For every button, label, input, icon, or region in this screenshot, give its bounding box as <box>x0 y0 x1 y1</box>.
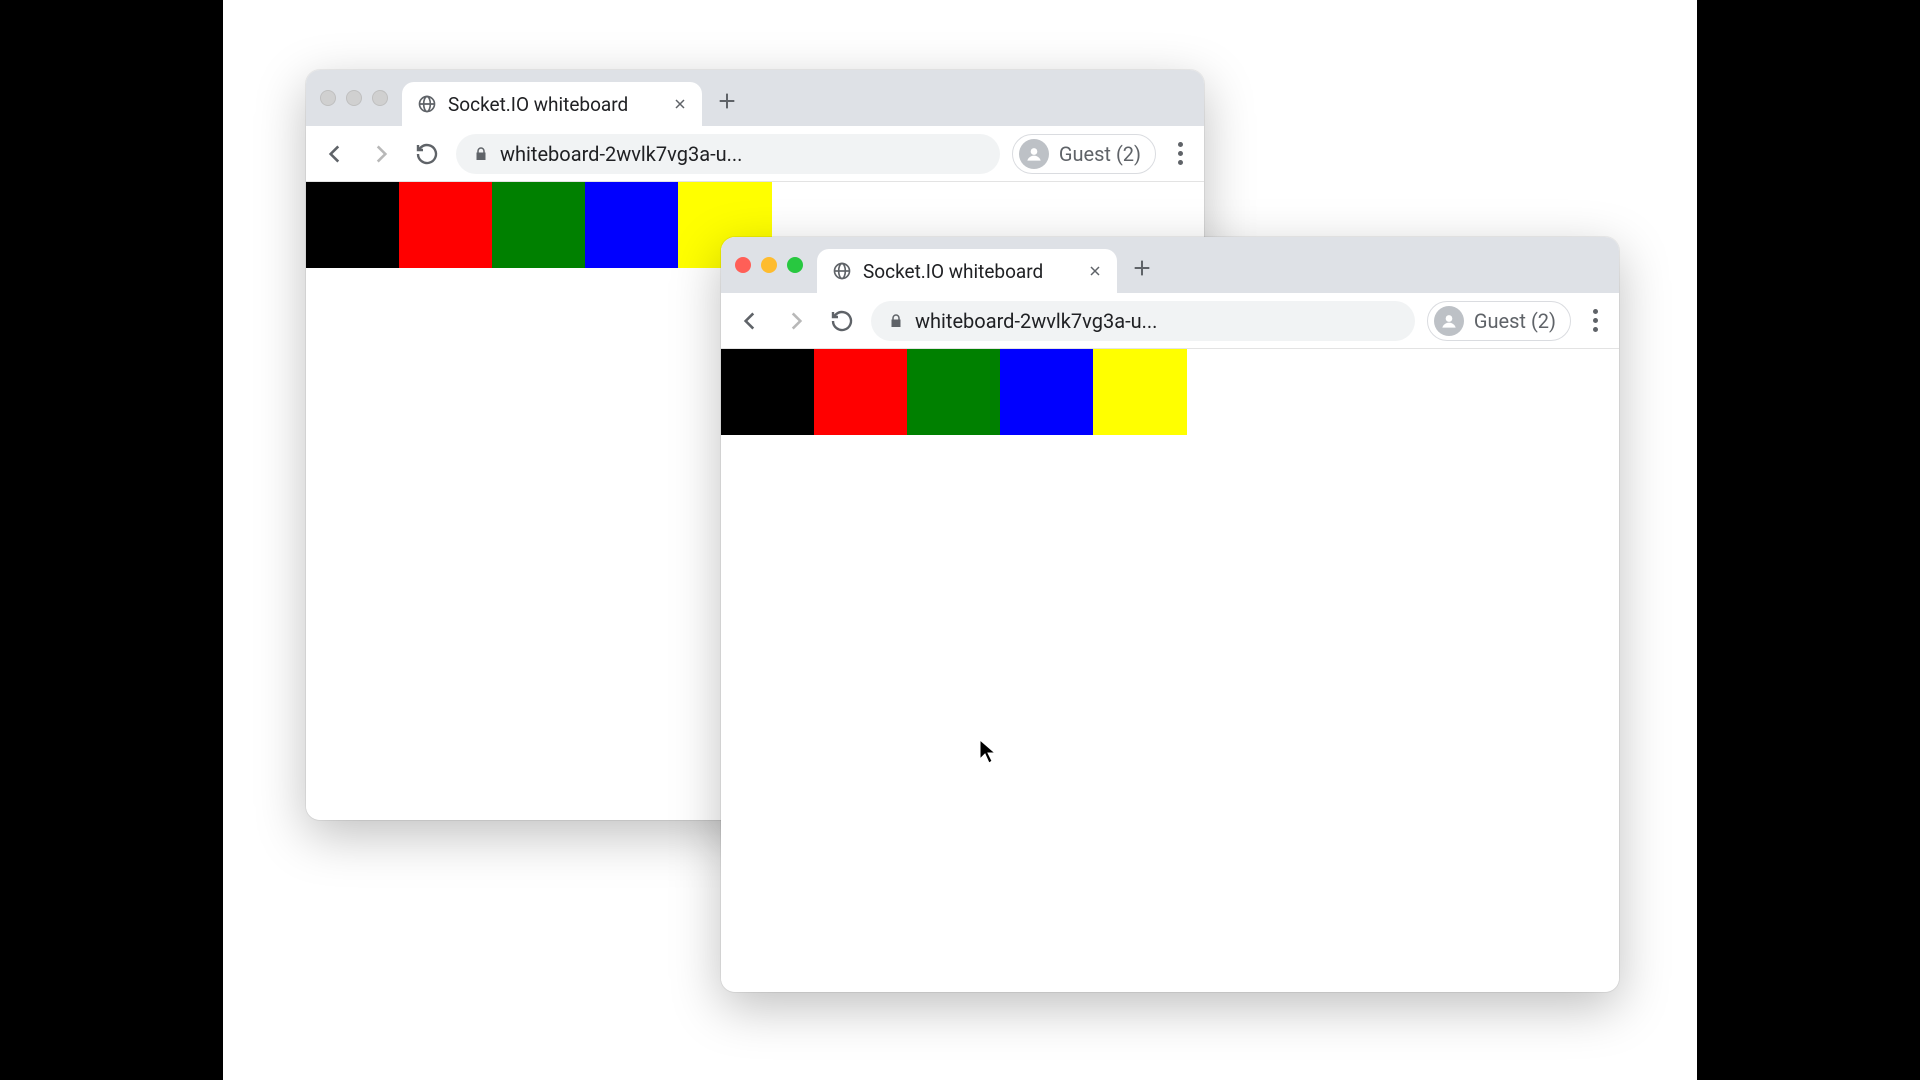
profile-chip[interactable]: Guest (2) <box>1012 134 1156 174</box>
tabstrip: Socket.IO whiteboard <box>306 70 1204 126</box>
profile-label: Guest (2) <box>1059 142 1141 166</box>
stage-background: Socket.IO whiteboard <box>223 0 1697 1080</box>
tab-close-button[interactable] <box>672 96 688 112</box>
page-content[interactable] <box>721 349 1619 992</box>
globe-icon <box>416 93 438 115</box>
lock-icon <box>887 312 905 330</box>
browser-window-front: Socket.IO whiteboard <box>721 237 1619 992</box>
window-controls <box>320 90 388 106</box>
address-bar[interactable]: whiteboard-2wvlk7vg3a-u... <box>871 301 1415 341</box>
new-tab-button[interactable] <box>1131 257 1161 279</box>
address-text: whiteboard-2wvlk7vg3a-u... <box>915 309 1157 333</box>
avatar-icon <box>1434 306 1464 336</box>
reload-button[interactable] <box>410 137 444 171</box>
new-tab-button[interactable] <box>716 90 746 112</box>
color-swatch-black[interactable] <box>721 349 815 435</box>
browser-toolbar: whiteboard-2wvlk7vg3a-u... Guest (2) <box>721 293 1619 349</box>
window-minimize-button[interactable] <box>761 257 777 273</box>
forward-button[interactable] <box>779 304 813 338</box>
color-swatch-yellow[interactable] <box>1093 349 1187 435</box>
avatar-icon <box>1019 139 1049 169</box>
color-swatch-black[interactable] <box>306 182 400 268</box>
browser-tab[interactable]: Socket.IO whiteboard <box>402 82 702 126</box>
tab-title: Socket.IO whiteboard <box>448 93 662 116</box>
window-close-button[interactable] <box>735 257 751 273</box>
color-swatch-blue[interactable] <box>1000 349 1094 435</box>
color-swatch-green[interactable] <box>907 349 1001 435</box>
forward-button[interactable] <box>364 137 398 171</box>
browser-toolbar: whiteboard-2wvlk7vg3a-u... Guest (2) <box>306 126 1204 182</box>
mouse-cursor-icon <box>979 739 997 765</box>
browser-menu-button[interactable] <box>1168 142 1192 165</box>
browser-tab[interactable]: Socket.IO whiteboard <box>817 249 1117 293</box>
window-maximize-button[interactable] <box>787 257 803 273</box>
color-palette <box>721 349 1619 435</box>
color-swatch-green[interactable] <box>492 182 586 268</box>
tab-close-button[interactable] <box>1087 263 1103 279</box>
window-close-button[interactable] <box>320 90 336 106</box>
profile-chip[interactable]: Guest (2) <box>1427 301 1571 341</box>
tabstrip: Socket.IO whiteboard <box>721 237 1619 293</box>
lock-icon <box>472 145 490 163</box>
address-bar[interactable]: whiteboard-2wvlk7vg3a-u... <box>456 134 1000 174</box>
back-button[interactable] <box>733 304 767 338</box>
window-maximize-button[interactable] <box>372 90 388 106</box>
color-swatch-red[interactable] <box>814 349 908 435</box>
profile-label: Guest (2) <box>1474 309 1556 333</box>
address-text: whiteboard-2wvlk7vg3a-u... <box>500 142 742 166</box>
globe-icon <box>831 260 853 282</box>
window-controls <box>735 257 803 273</box>
back-button[interactable] <box>318 137 352 171</box>
color-swatch-red[interactable] <box>399 182 493 268</box>
tab-title: Socket.IO whiteboard <box>863 260 1077 283</box>
window-minimize-button[interactable] <box>346 90 362 106</box>
browser-menu-button[interactable] <box>1583 309 1607 332</box>
color-swatch-blue[interactable] <box>585 182 679 268</box>
reload-button[interactable] <box>825 304 859 338</box>
